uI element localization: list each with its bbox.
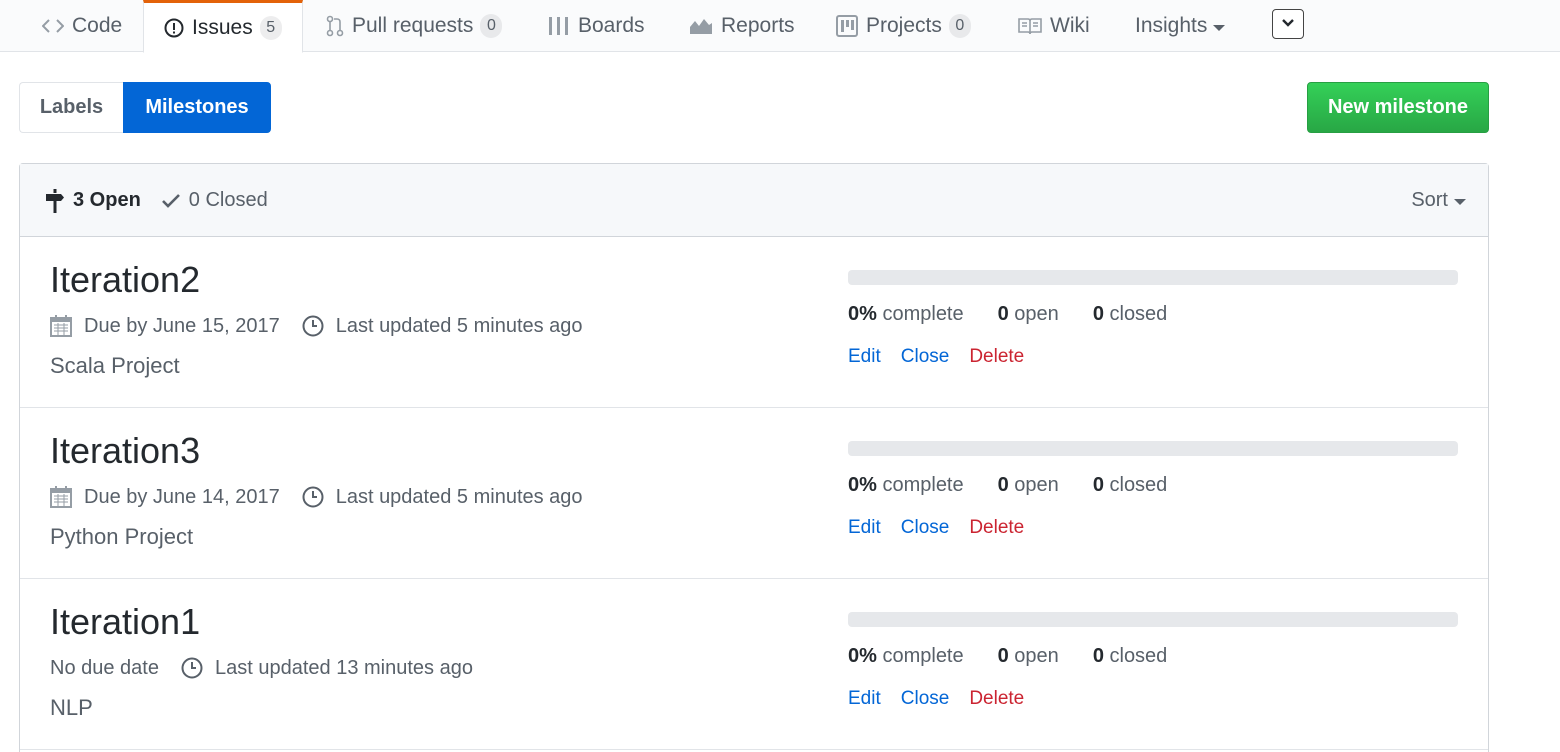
sort-caret-icon xyxy=(1454,199,1466,205)
repo-nav: Code Issues 5 Pull requests 0 Boards Rep… xyxy=(0,0,1560,53)
boards-icon xyxy=(548,16,570,36)
milestone-stats: 0% complete 0 open 0 closed xyxy=(848,474,1201,497)
tab-issues-label: Issues xyxy=(192,15,253,39)
milestone-meta: Due by June 14, 2017 Last updated 5 minu… xyxy=(50,482,583,512)
calendar-icon xyxy=(50,486,72,508)
milestone-due-date: No due date xyxy=(50,656,159,679)
milestone-actions: Edit Close Delete xyxy=(848,346,1044,368)
tab-projects-label: Projects xyxy=(866,14,942,37)
open-milestones-label: 3 Open xyxy=(73,189,141,211)
closed-milestones-label: 0 Closed xyxy=(188,189,268,211)
calendar-icon xyxy=(50,315,72,337)
milestone-open-count: 0 open xyxy=(997,474,1059,496)
milestone-closed-count: 0 closed xyxy=(1092,474,1168,496)
milestone-open-count: 0 open xyxy=(997,645,1059,667)
milestone-meta: No due date Last updated 13 minutes ago xyxy=(50,653,473,683)
pulls-counter: 0 xyxy=(480,14,503,38)
chevron-down-icon xyxy=(1281,15,1295,33)
labels-link[interactable]: Labels xyxy=(19,82,123,133)
milestone-title[interactable]: Iteration3 xyxy=(50,430,200,472)
clock-icon xyxy=(302,315,324,337)
tab-issues[interactable]: Issues 5 xyxy=(143,0,303,53)
milestone-closed-count: 0 closed xyxy=(1092,303,1168,325)
milestone-stats: 0% complete 0 open 0 closed xyxy=(848,303,1201,326)
open-milestones-link[interactable]: 3 Open xyxy=(45,188,141,213)
milestone-closed-count: 0 closed xyxy=(1092,645,1168,667)
edit-milestone-link[interactable]: Edit xyxy=(848,688,881,710)
milestone-actions: Edit Close Delete xyxy=(848,517,1044,539)
milestone-open-count: 0 open xyxy=(997,303,1059,325)
close-milestone-link[interactable]: Close xyxy=(901,688,950,710)
sort-dropdown[interactable]: Sort xyxy=(1411,164,1466,237)
tab-projects[interactable]: Projects 0 xyxy=(836,0,971,52)
tab-reports[interactable]: Reports xyxy=(689,0,795,52)
clock-icon xyxy=(302,486,324,508)
tab-boards-label: Boards xyxy=(578,14,645,37)
milestone-actions: Edit Close Delete xyxy=(848,688,1044,710)
tab-pull-requests-label: Pull requests xyxy=(352,14,474,37)
sort-label: Sort xyxy=(1411,189,1448,211)
milestone-due-date: Due by June 14, 2017 xyxy=(84,485,280,508)
book-icon xyxy=(1018,17,1042,35)
tab-code-label: Code xyxy=(72,14,123,37)
milestones-link[interactable]: Milestones xyxy=(123,82,271,133)
tab-wiki-label: Wiki xyxy=(1050,14,1090,37)
closed-milestones-link[interactable]: 0 Closed xyxy=(161,189,268,212)
milestone-row: Iteration2 Due by June 15, 2017 Last upd… xyxy=(20,237,1488,408)
milestone-percent-complete: 0% complete xyxy=(848,645,964,667)
issues-counter: 5 xyxy=(259,15,282,40)
more-nav-button[interactable] xyxy=(1272,9,1304,39)
milestone-meta: Due by June 15, 2017 Last updated 5 minu… xyxy=(50,311,583,341)
milestone-states: 3 Open 0 Closed xyxy=(45,164,268,237)
edit-milestone-link[interactable]: Edit xyxy=(848,346,881,368)
project-icon xyxy=(836,15,858,37)
milestone-title[interactable]: Iteration2 xyxy=(50,259,200,301)
milestone-progress-bar xyxy=(848,612,1458,627)
delete-milestone-link[interactable]: Delete xyxy=(969,346,1024,368)
delete-milestone-link[interactable]: Delete xyxy=(969,688,1024,710)
close-milestone-link[interactable]: Close xyxy=(901,517,950,539)
edit-milestone-link[interactable]: Edit xyxy=(848,517,881,539)
tab-insights[interactable]: Insights xyxy=(1135,0,1226,52)
issue-opened-icon xyxy=(164,18,184,38)
milestone-last-updated: Last updated 5 minutes ago xyxy=(335,314,583,337)
milestone-description: NLP xyxy=(50,695,93,720)
milestone-row: Iteration3 Due by June 14, 2017 Last upd… xyxy=(20,408,1488,579)
check-icon xyxy=(161,193,181,209)
milestone-title[interactable]: Iteration1 xyxy=(50,601,200,643)
milestone-stats: 0% complete 0 open 0 closed xyxy=(848,645,1201,668)
milestone-description: Python Project xyxy=(50,524,194,549)
tab-pull-requests[interactable]: Pull requests 0 xyxy=(326,0,503,52)
milestone-description: Scala Project xyxy=(50,353,180,378)
tab-wiki[interactable]: Wiki xyxy=(1018,0,1090,52)
milestone-row: Iteration1 No due date Last updated 13 m… xyxy=(20,579,1488,750)
tab-reports-label: Reports xyxy=(721,14,795,37)
labels-milestones-subnav: Labels Milestones xyxy=(19,82,271,133)
milestone-percent-complete: 0% complete xyxy=(848,303,964,325)
milestone-last-updated: Last updated 13 minutes ago xyxy=(214,656,473,679)
insights-caret-icon xyxy=(1213,24,1226,31)
projects-counter: 0 xyxy=(948,14,971,38)
tab-insights-label: Insights xyxy=(1135,14,1208,37)
milestone-last-updated: Last updated 5 minutes ago xyxy=(335,485,583,508)
milestones-header: 3 Open 0 Closed Sort xyxy=(20,164,1488,237)
milestone-due-date: Due by June 15, 2017 xyxy=(84,314,280,337)
code-icon xyxy=(42,18,64,34)
git-pull-request-icon xyxy=(326,15,344,37)
close-milestone-link[interactable]: Close xyxy=(901,346,950,368)
milestone-progress-bar xyxy=(848,441,1458,456)
tab-code[interactable]: Code xyxy=(42,0,122,52)
milestone-icon xyxy=(45,188,65,213)
tab-boards[interactable]: Boards xyxy=(548,0,645,52)
milestones-box: 3 Open 0 Closed Sort Iteration2 Due by J… xyxy=(19,163,1489,752)
clock-icon xyxy=(181,657,203,679)
new-milestone-button[interactable]: New milestone xyxy=(1307,82,1489,133)
milestone-progress-bar xyxy=(848,270,1458,285)
graph-icon xyxy=(689,17,713,35)
delete-milestone-link[interactable]: Delete xyxy=(969,517,1024,539)
milestone-percent-complete: 0% complete xyxy=(848,474,964,496)
